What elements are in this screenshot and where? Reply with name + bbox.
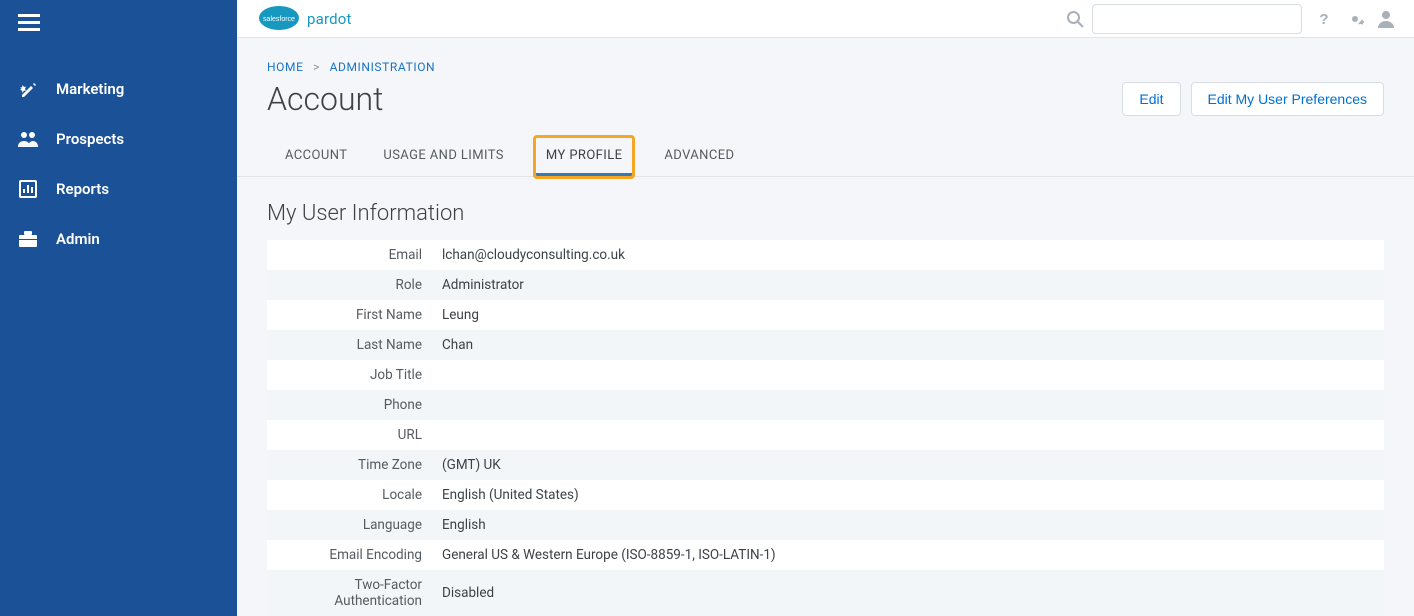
gear-icon[interactable] xyxy=(1346,10,1364,28)
bar-chart-icon xyxy=(18,179,38,199)
field-value: lchan@cloudyconsulting.co.uk xyxy=(432,240,1384,270)
field-value xyxy=(432,360,1384,390)
breadcrumb-separator: > xyxy=(313,60,320,74)
field-row-email-encoding: Email EncodingGeneral US & Western Europ… xyxy=(267,540,1384,570)
field-row-role: RoleAdministrator xyxy=(267,270,1384,300)
tab-my-profile[interactable]: MY PROFILE xyxy=(536,138,632,176)
field-value: Disabled xyxy=(432,570,1384,616)
field-row-time-zone: Time Zone(GMT) UK xyxy=(267,450,1384,480)
field-value: English xyxy=(432,510,1384,540)
edit-button[interactable]: Edit xyxy=(1122,82,1180,116)
field-label: Email Encoding xyxy=(267,540,432,570)
field-label: Language xyxy=(267,510,432,540)
field-label: Two-Factor Authentication xyxy=(267,570,432,616)
field-value: English (United States) xyxy=(432,480,1384,510)
section-title: My User Information xyxy=(267,201,1384,226)
briefcase-icon xyxy=(18,229,38,249)
help-icon[interactable]: ? xyxy=(1316,11,1332,27)
sidebar-item-label: Prospects xyxy=(56,130,124,148)
field-label: Time Zone xyxy=(267,450,432,480)
field-row-url: URL xyxy=(267,420,1384,450)
sidebar: Marketing Prospects Reports Admin xyxy=(0,0,237,616)
sidebar-item-reports[interactable]: Reports xyxy=(0,164,237,214)
field-row-language: LanguageEnglish xyxy=(267,510,1384,540)
sidebar-item-marketing[interactable]: Marketing xyxy=(0,64,237,114)
field-label: Role xyxy=(267,270,432,300)
tabs: ACCOUNT USAGE AND LIMITS MY PROFILE ADVA… xyxy=(267,138,1384,176)
field-row-locale: LocaleEnglish (United States) xyxy=(267,480,1384,510)
field-value: Leung xyxy=(432,300,1384,330)
field-row-two-factor: Two-Factor AuthenticationDisabled xyxy=(267,570,1384,616)
sidebar-item-label: Marketing xyxy=(56,80,124,98)
field-label: Email xyxy=(267,240,432,270)
tab-usage-and-limits[interactable]: USAGE AND LIMITS xyxy=(379,138,508,176)
breadcrumb-home[interactable]: HOME xyxy=(267,60,304,74)
breadcrumb-section[interactable]: ADMINISTRATION xyxy=(330,60,436,74)
field-value xyxy=(432,420,1384,450)
page-head: HOME > ADMINISTRATION Account Edit Edit … xyxy=(237,38,1414,177)
field-row-phone: Phone xyxy=(267,390,1384,420)
user-icon[interactable] xyxy=(1378,10,1394,28)
field-value: (GMT) UK xyxy=(432,450,1384,480)
field-label: First Name xyxy=(267,300,432,330)
field-label: Job Title xyxy=(267,360,432,390)
content: My User Information Emaillchan@cloudycon… xyxy=(237,177,1414,616)
breadcrumb: HOME > ADMINISTRATION xyxy=(267,60,1384,74)
field-label: Phone xyxy=(267,390,432,420)
field-value: General US & Western Europe (ISO-8859-1,… xyxy=(432,540,1384,570)
field-row-last-name: Last NameChan xyxy=(267,330,1384,360)
tab-advanced[interactable]: ADVANCED xyxy=(660,138,738,176)
field-label: Last Name xyxy=(267,330,432,360)
topbar: salesforce pardot ? xyxy=(237,0,1414,38)
search-icon[interactable] xyxy=(1066,10,1084,28)
field-row-first-name: First NameLeung xyxy=(267,300,1384,330)
tab-account[interactable]: ACCOUNT xyxy=(281,138,351,176)
page-title: Account xyxy=(267,80,383,118)
sidebar-item-label: Reports xyxy=(56,180,109,198)
sidebar-item-admin[interactable]: Admin xyxy=(0,214,237,264)
cloud-label: salesforce xyxy=(263,16,295,23)
field-value: Administrator xyxy=(432,270,1384,300)
search-input[interactable] xyxy=(1092,4,1302,34)
field-value: Chan xyxy=(432,330,1384,360)
field-row-email: Emaillchan@cloudyconsulting.co.uk xyxy=(267,240,1384,270)
main-area: salesforce pardot ? HOME > ADMINISTRATIO… xyxy=(237,0,1414,616)
users-icon xyxy=(18,129,38,149)
edit-user-preferences-button[interactable]: Edit My User Preferences xyxy=(1191,82,1385,116)
field-label: URL xyxy=(267,420,432,450)
field-label: Locale xyxy=(267,480,432,510)
svg-text:?: ? xyxy=(1319,11,1328,27)
field-row-job-title: Job Title xyxy=(267,360,1384,390)
brand-logo[interactable]: salesforce pardot xyxy=(257,2,352,36)
sidebar-item-label: Admin xyxy=(56,230,100,248)
menu-toggle-icon[interactable] xyxy=(18,14,40,32)
field-value xyxy=(432,390,1384,420)
user-info-table: Emaillchan@cloudyconsulting.co.uk RoleAd… xyxy=(267,240,1384,616)
nav-list: Marketing Prospects Reports Admin xyxy=(0,64,237,264)
salesforce-cloud-icon: salesforce xyxy=(257,2,301,36)
brand-text: pardot xyxy=(307,10,352,28)
wand-icon xyxy=(18,79,38,99)
sidebar-item-prospects[interactable]: Prospects xyxy=(0,114,237,164)
action-buttons: Edit Edit My User Preferences xyxy=(1122,82,1384,116)
